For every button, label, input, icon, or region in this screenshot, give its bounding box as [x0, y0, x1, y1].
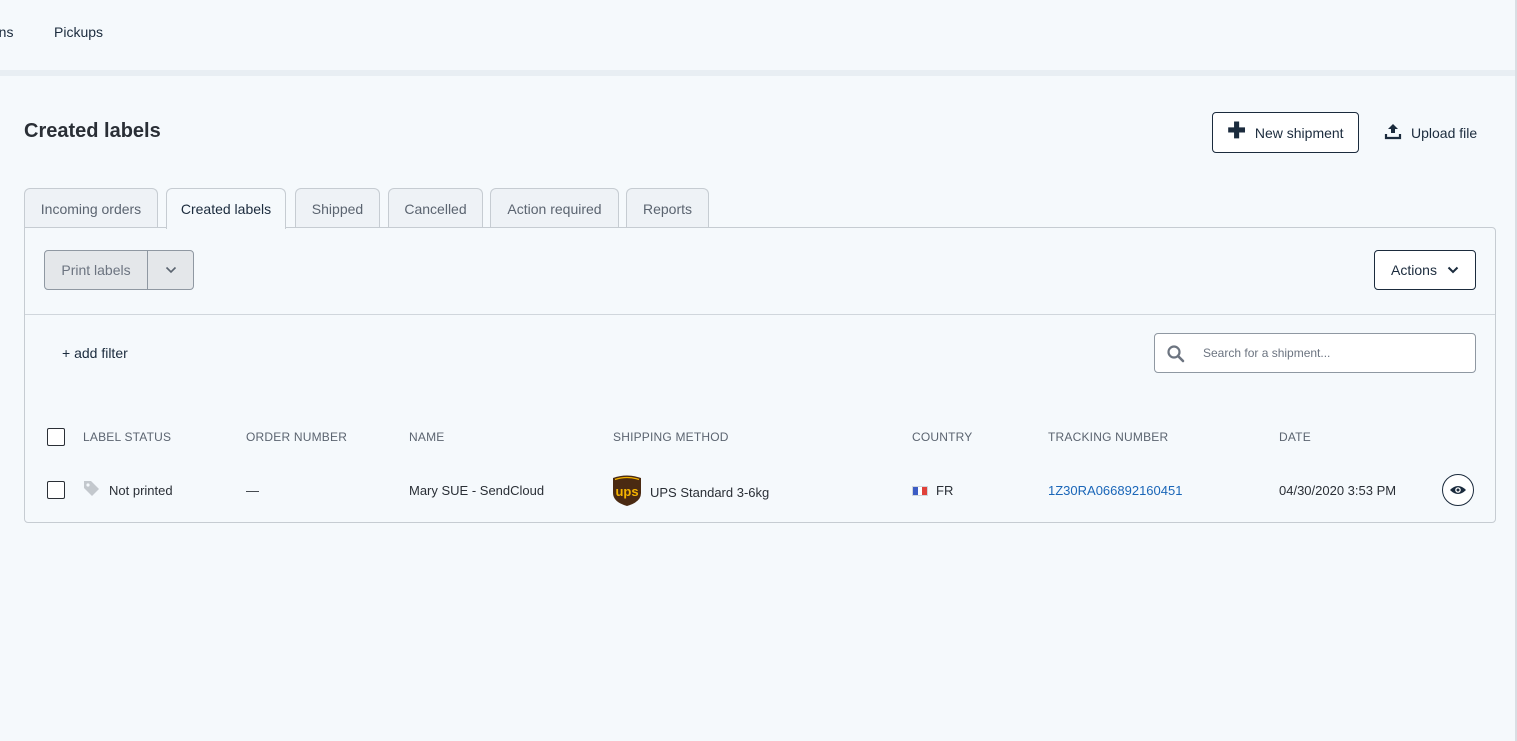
row-checkbox[interactable]	[47, 481, 65, 499]
label-status-text: Not printed	[109, 482, 173, 498]
column-header-label-status[interactable]: LABEL STATUS	[83, 430, 171, 444]
column-header-shipping-method[interactable]: SHIPPING METHOD	[613, 430, 729, 444]
shipping-method-cell: ups UPS Standard 3-6kg	[612, 474, 769, 510]
add-filter-link[interactable]: + add filter	[62, 345, 128, 361]
search-input[interactable]	[1203, 334, 1471, 372]
search-icon	[1166, 344, 1186, 369]
new-shipment-button[interactable]: ✚ New shipment	[1212, 112, 1359, 153]
top-navigation: rns Pickups	[0, 0, 1517, 70]
column-header-tracking-number[interactable]: TRACKING NUMBER	[1048, 430, 1168, 444]
ups-logo-text: ups	[615, 484, 638, 499]
france-flag-icon	[912, 485, 928, 496]
shipment-search	[1154, 333, 1476, 373]
nav-item-returns[interactable]: rns	[0, 24, 13, 40]
tab-action-required[interactable]: Action required	[490, 188, 619, 228]
tracking-number-link[interactable]: 1Z30RA066892160451	[1048, 483, 1182, 498]
label-status-cell: Not printed	[82, 479, 173, 501]
upload-icon	[1384, 122, 1402, 143]
print-labels-button[interactable]: Print labels	[45, 251, 148, 289]
column-header-country[interactable]: COUNTRY	[912, 430, 973, 444]
shipping-method-text: UPS Standard 3-6kg	[650, 484, 770, 500]
shipments-panel: Print labels Actions + add filter LABEL …	[24, 227, 1496, 523]
tab-reports[interactable]: Reports	[626, 188, 709, 228]
date-cell: 04/30/2020 3:53 PM	[1279, 483, 1397, 498]
print-options-dropdown[interactable]	[148, 251, 193, 289]
column-header-order-number[interactable]: ORDER NUMBER	[246, 430, 347, 444]
page-title: Created labels	[24, 120, 161, 142]
column-header-name[interactable]: NAME	[409, 430, 444, 444]
eye-icon	[1450, 486, 1466, 494]
new-shipment-label: New shipment	[1254, 124, 1344, 141]
tab-shipped[interactable]: Shipped	[295, 188, 380, 228]
nav-divider	[0, 70, 1517, 76]
chevron-down-icon	[1447, 266, 1459, 274]
order-number-cell: —	[246, 483, 259, 498]
actions-dropdown[interactable]: Actions	[1374, 250, 1476, 290]
actions-label: Actions	[1391, 262, 1437, 278]
toolbar-divider	[25, 314, 1495, 315]
upload-file-label: Upload file	[1411, 124, 1478, 141]
upload-file-button[interactable]: Upload file	[1384, 112, 1477, 153]
chevron-down-icon	[165, 266, 176, 274]
column-header-date[interactable]: DATE	[1279, 430, 1311, 444]
country-code: FR	[936, 483, 954, 498]
country-cell: FR	[912, 483, 953, 498]
ups-logo-icon: ups	[612, 474, 642, 510]
name-cell: Mary SUE - SendCloud	[409, 483, 545, 498]
plus-icon: ✚	[1227, 118, 1246, 143]
tab-cancelled[interactable]: Cancelled	[388, 188, 483, 228]
view-shipment-button[interactable]	[1442, 474, 1474, 506]
tab-created-labels[interactable]: Created labels	[166, 188, 286, 229]
tab-incoming-orders[interactable]: Incoming orders	[24, 188, 158, 228]
print-labels-split-button: Print labels	[44, 250, 194, 290]
tag-icon	[82, 479, 101, 501]
nav-item-pickups[interactable]: Pickups	[54, 24, 103, 40]
select-all-checkbox[interactable]	[47, 428, 65, 446]
